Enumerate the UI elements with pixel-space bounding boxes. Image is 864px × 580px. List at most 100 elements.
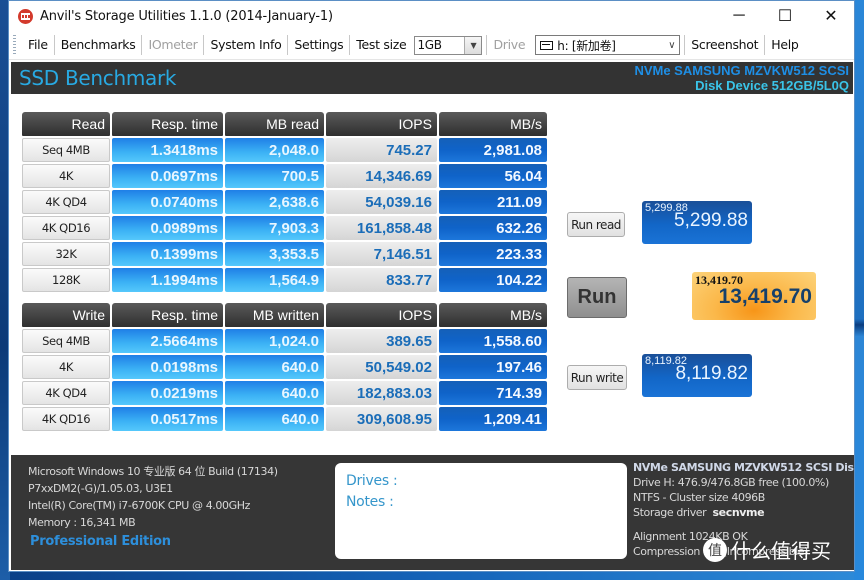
write-mb-per-sec-cell: 714.39 xyxy=(439,381,547,405)
read-row: 4K 0.0697ms 700.5 14,346.69 56.04 xyxy=(21,163,548,189)
device-name-line1: NVMe SAMSUNG MZVKW512 SCSI xyxy=(634,63,849,78)
read-iops-cell: 833.77 xyxy=(326,268,437,292)
write-row-label-cell[interactable]: 4K xyxy=(22,355,110,379)
system-info: Microsoft Windows 10 专业版 64 位 Build (171… xyxy=(28,463,278,531)
disk-name: NVMe SAMSUNG MZVKW512 SCSI Disk Device xyxy=(633,461,854,474)
menu-settings[interactable]: Settings xyxy=(288,35,349,55)
board-info: P7xxDM2(-G)/1.05.03, U3E1 xyxy=(28,482,173,495)
watermark-logo-icon: 值 xyxy=(703,537,727,562)
read-score: 5,299.88 5,299.88 xyxy=(642,201,752,244)
write-header-cell: Write xyxy=(22,303,110,327)
run-button[interactable]: Run xyxy=(567,277,627,318)
toolbar-grip-handle[interactable] xyxy=(13,35,16,55)
run-write-button[interactable]: Run write xyxy=(567,365,627,390)
menu-screenshot[interactable]: Screenshot xyxy=(685,35,764,55)
write-header-row: Write Resp. time MB written IOPS MB/s xyxy=(21,302,548,328)
write-row: 4K QD4 0.0219ms 640.0 182,883.03 714.39 xyxy=(21,380,548,406)
write-header-cell: IOPS xyxy=(326,303,437,327)
menu-bar: File Benchmarks IOmeter System Info Sett… xyxy=(9,31,854,60)
memory-info: Memory : 16,341 MB xyxy=(28,516,136,529)
read-mb-transferred-cell: 7,903.3 xyxy=(225,216,324,240)
read-row: 32K 0.1399ms 3,353.5 7,146.51 223.33 xyxy=(21,241,548,267)
test-size-select[interactable]: 1GB ▼ xyxy=(414,35,483,55)
write-resp-time-cell: 0.0219ms xyxy=(112,381,223,405)
read-row: 4K QD4 0.0740ms 2,638.6 54,039.16 211.09 xyxy=(21,189,548,215)
watermark: 值 什么值得买 xyxy=(703,535,831,564)
read-mb-per-sec-cell: 104.22 xyxy=(439,268,547,292)
read-header-row: Read Resp. time MB read IOPS MB/s xyxy=(21,111,548,137)
write-iops-cell: 50,549.02 xyxy=(326,355,437,379)
dropdown-arrow-icon[interactable]: ▼ xyxy=(464,36,482,54)
read-iops-cell: 14,346.69 xyxy=(326,164,437,188)
read-resp-time-cell: 0.0740ms xyxy=(112,190,223,214)
test-size-label: Test size xyxy=(356,37,407,52)
write-resp-time-cell: 2.5664ms xyxy=(112,329,223,353)
read-row: 4K QD16 0.0989ms 7,903.3 161,858.48 632.26 xyxy=(21,215,548,241)
cpu-info: Intel(R) Core(TM) i7-6700K CPU @ 4.00GHz xyxy=(28,499,250,512)
write-mb-transferred-cell: 640.0 xyxy=(225,407,324,431)
read-mb-transferred-cell: 3,353.5 xyxy=(225,242,324,266)
write-iops-cell: 309,608.95 xyxy=(326,407,437,431)
write-mb-transferred-cell: 640.0 xyxy=(225,381,324,405)
chevron-down-icon[interactable]: ∨ xyxy=(668,40,675,51)
read-row-label-cell[interactable]: 4K QD4 xyxy=(22,190,110,214)
window-title: Anvil's Storage Utilities 1.1.0 (2014-Ja… xyxy=(40,8,333,24)
write-row: Seq 4MB 2.5664ms 1,024.0 389.65 1,558.60 xyxy=(21,328,548,354)
storage-driver-value: secnvme xyxy=(712,506,765,519)
menu-help[interactable]: Help xyxy=(765,35,804,55)
minimize-button[interactable]: ─ xyxy=(716,1,762,31)
read-iops-cell: 54,039.16 xyxy=(326,190,437,214)
drive-select[interactable]: h: [新加卷] ∨ xyxy=(535,35,681,55)
drive-label: Drive xyxy=(493,37,526,52)
write-resp-time-cell: 0.0198ms xyxy=(112,355,223,379)
write-results-table: Write Resp. time MB written IOPS MB/s Se… xyxy=(21,302,548,432)
read-resp-time-cell: 0.0697ms xyxy=(112,164,223,188)
read-mb-per-sec-cell: 56.04 xyxy=(439,164,547,188)
read-row: Seq 4MB 1.3418ms 2,048.0 745.27 2,981.08 xyxy=(21,137,548,163)
menu-system-info[interactable]: System Info xyxy=(204,35,287,55)
read-iops-cell: 7,146.51 xyxy=(326,242,437,266)
read-mb-transferred-cell: 2,048.0 xyxy=(225,138,324,162)
write-row-label-cell[interactable]: Seq 4MB xyxy=(22,329,110,353)
total-score-value: 13,419.70 xyxy=(718,285,812,308)
write-iops-cell: 182,883.03 xyxy=(326,381,437,405)
desktop-background-right xyxy=(854,0,864,580)
read-resp-time-cell: 1.1994ms xyxy=(112,268,223,292)
read-row-label-cell[interactable]: 128K xyxy=(22,268,110,292)
read-row-label-cell[interactable]: 32K xyxy=(22,242,110,266)
maximize-button[interactable]: ☐ xyxy=(762,1,808,31)
menu-file[interactable]: File xyxy=(22,35,54,55)
read-row-label-cell[interactable]: 4K xyxy=(22,164,110,188)
run-read-button[interactable]: Run read xyxy=(567,212,625,237)
close-button[interactable]: ✕ xyxy=(808,1,854,31)
write-mb-transferred-cell: 640.0 xyxy=(225,355,324,379)
write-row-label-cell[interactable]: 4K QD4 xyxy=(22,381,110,405)
read-row-label-cell[interactable]: Seq 4MB xyxy=(22,138,110,162)
os-info: Microsoft Windows 10 专业版 64 位 Build (171… xyxy=(28,465,278,478)
test-size-value: 1GB xyxy=(417,38,442,52)
drive-icon xyxy=(540,40,554,50)
read-header-cell: Read xyxy=(22,112,110,136)
read-results-table: Read Resp. time MB read IOPS MB/s Seq 4M… xyxy=(21,111,548,293)
read-mb-transferred-cell: 700.5 xyxy=(225,164,324,188)
write-row-label-cell[interactable]: 4K QD16 xyxy=(22,407,110,431)
read-resp-time-cell: 0.0989ms xyxy=(112,216,223,240)
menu-benchmarks[interactable]: Benchmarks xyxy=(55,35,142,55)
write-score: 8,119.82 8,119.82 xyxy=(642,354,752,397)
anvil-app-icon xyxy=(18,8,33,24)
write-header-cell: MB/s xyxy=(439,303,547,327)
disk-filesystem: NTFS - Cluster size 4096B xyxy=(633,491,765,504)
write-header-cell: MB written xyxy=(225,303,324,327)
read-score-value: 5,299.88 xyxy=(674,210,748,231)
device-name-line2: Disk Device 512GB/5L0Q xyxy=(695,78,849,93)
notes-box[interactable]: Drives : Notes : xyxy=(335,463,627,559)
read-mb-per-sec-cell: 211.09 xyxy=(439,190,547,214)
menu-iometer[interactable]: IOmeter xyxy=(142,35,203,55)
write-score-value: 8,119.82 xyxy=(675,363,748,384)
write-mb-per-sec-cell: 1,558.60 xyxy=(439,329,547,353)
write-row: 4K QD16 0.0517ms 640.0 309,608.95 1,209.41 xyxy=(21,406,548,432)
read-row-label-cell[interactable]: 4K QD16 xyxy=(22,216,110,240)
read-resp-time-cell: 1.3418ms xyxy=(112,138,223,162)
storage-driver: Storage driver secnvme xyxy=(633,505,854,520)
write-mb-transferred-cell: 1,024.0 xyxy=(225,329,324,353)
